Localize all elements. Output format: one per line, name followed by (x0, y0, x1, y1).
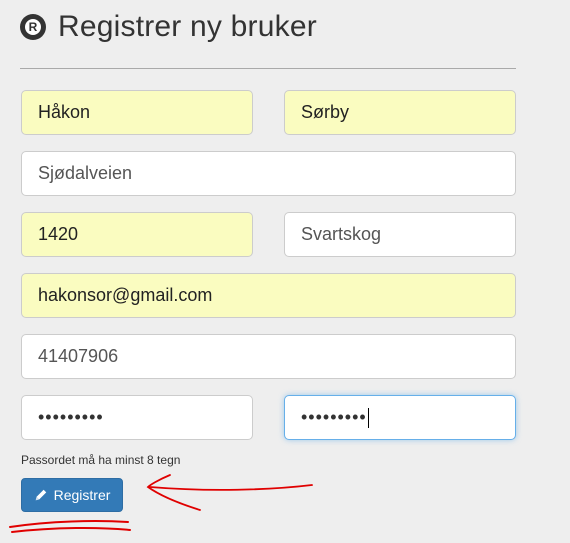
divider (20, 68, 516, 69)
password-mask: ••••••••• (38, 407, 104, 427)
address-field[interactable] (21, 151, 516, 196)
logo-letter: R (25, 19, 41, 35)
postal-code-field[interactable] (21, 212, 253, 257)
register-button[interactable]: Registrer (21, 478, 123, 512)
password-confirm-mask: ••••••••• (301, 407, 367, 427)
phone-field[interactable] (21, 334, 516, 379)
pencil-icon (35, 489, 46, 501)
email-field[interactable] (21, 273, 516, 318)
page-header: R Registrer ny bruker (20, 10, 317, 44)
registered-icon: R (20, 14, 46, 40)
password-hint: Passordet må ha minst 8 tegn (21, 453, 181, 467)
first-name-field[interactable] (21, 90, 253, 135)
page-title: Registrer ny bruker (58, 10, 317, 43)
password-confirm-field[interactable]: ••••••••• (284, 395, 516, 440)
city-field[interactable] (284, 212, 516, 257)
text-cursor (367, 407, 369, 428)
last-name-field[interactable] (284, 90, 516, 135)
register-button-label: Registrer (53, 487, 111, 503)
password-field[interactable]: ••••••••• (21, 395, 253, 440)
